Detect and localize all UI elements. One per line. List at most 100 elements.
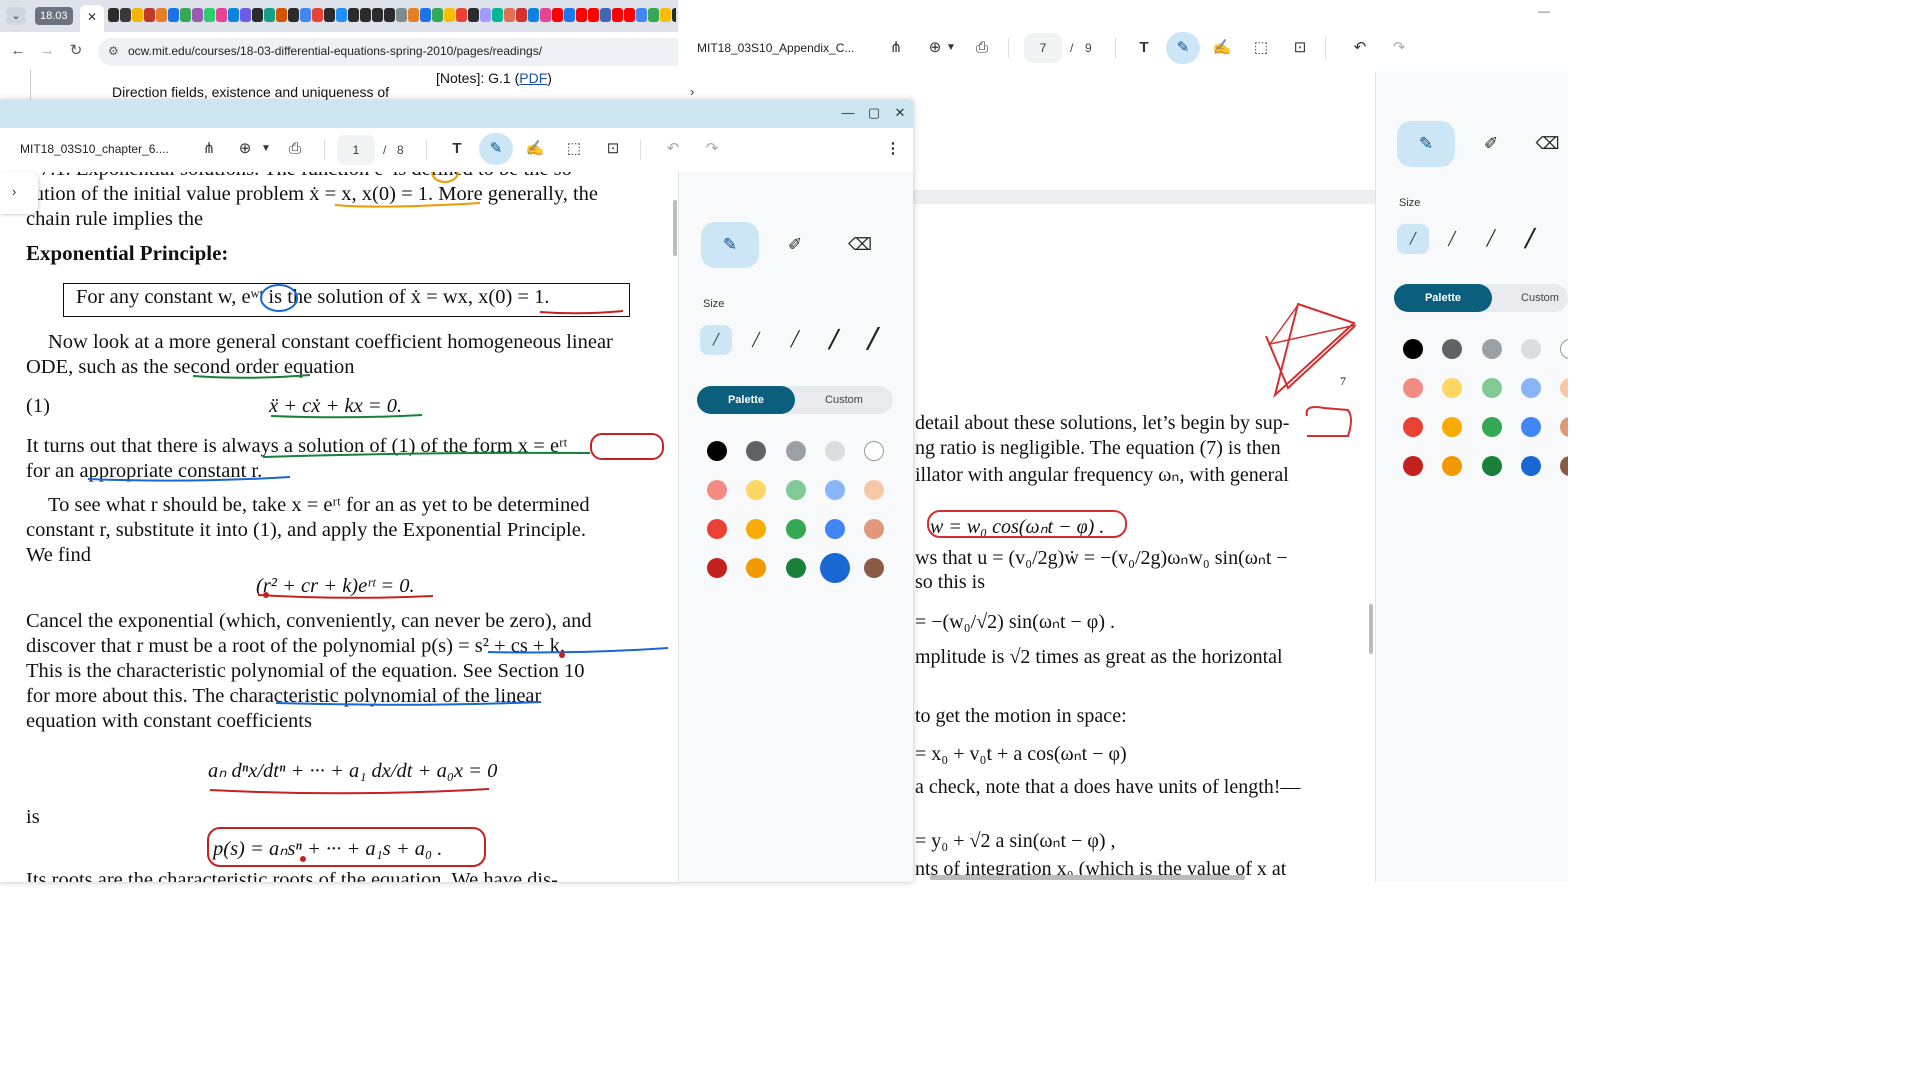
color-swatch[interactable]	[1560, 456, 1568, 476]
tab-favicon-icon[interactable]	[216, 8, 227, 22]
tab-favicon-icon[interactable]	[384, 8, 395, 22]
tab-favicon-icon[interactable]	[456, 8, 467, 22]
tab-favicon-icon[interactable]	[480, 8, 491, 22]
size-1-icon[interactable]: ╱	[1397, 224, 1429, 254]
color-swatch[interactable]	[819, 553, 850, 583]
color-swatch[interactable]	[785, 441, 806, 461]
address-url[interactable]: ocw.mit.edu/courses/18-03-differential-e…	[128, 44, 542, 58]
front-scrollbar[interactable]	[673, 200, 677, 256]
size-5-icon[interactable]: ╱	[857, 325, 889, 355]
right-scrollbar[interactable]	[1369, 604, 1373, 654]
tab-favicon-icon[interactable]	[600, 8, 611, 22]
color-swatch[interactable]	[864, 558, 885, 578]
forward-icon[interactable]: →	[37, 41, 57, 61]
minimize-icon[interactable]: —	[840, 105, 856, 120]
draw-tool-icon[interactable]: ✎	[479, 133, 513, 165]
tab-favicon-icon[interactable]	[156, 8, 167, 22]
color-swatch[interactable]	[746, 480, 767, 500]
tab-favicon-icon[interactable]	[348, 8, 359, 22]
more-options-icon[interactable]: ⋮	[876, 133, 910, 165]
color-swatch[interactable]	[864, 519, 885, 539]
tab-favicon-icon[interactable]	[360, 8, 371, 22]
color-swatch[interactable]	[1560, 339, 1568, 359]
color-swatch[interactable]	[864, 441, 885, 461]
color-swatch[interactable]	[746, 519, 767, 539]
maximize-icon[interactable]: ▢	[866, 105, 882, 121]
tab-favicon-icon[interactable]	[528, 8, 539, 22]
tab-favicon-icon[interactable]	[408, 8, 419, 22]
color-swatch[interactable]	[746, 441, 767, 461]
color-swatch[interactable]	[1481, 417, 1502, 437]
share-icon[interactable]: ⋔	[879, 32, 913, 64]
size-2-icon[interactable]: ╱	[740, 325, 772, 355]
color-swatch[interactable]	[1403, 378, 1423, 398]
tab-favicon-icon[interactable]	[324, 8, 335, 22]
color-swatch[interactable]	[1442, 378, 1463, 398]
redo-icon[interactable]: ↷	[695, 133, 729, 165]
tab-favicon-icon[interactable]	[192, 8, 203, 22]
sidebar-toggle-icon[interactable]: ›	[690, 84, 694, 99]
tab-favicon-icon[interactable]	[444, 8, 455, 22]
pen-tool-icon[interactable]: ✎	[1397, 121, 1455, 167]
share-icon[interactable]: ⋔	[192, 133, 226, 165]
color-swatch[interactable]	[824, 480, 845, 500]
color-swatch[interactable]	[1520, 339, 1541, 359]
color-swatch[interactable]	[746, 558, 767, 578]
color-swatch[interactable]	[1520, 417, 1541, 437]
page-number-input[interactable]: 1	[337, 135, 375, 165]
tab-favicon-icon[interactable]	[612, 8, 623, 22]
tab-favicon-icon[interactable]	[420, 8, 431, 22]
reload-icon[interactable]: ↻	[66, 41, 86, 61]
palette-tab[interactable]: Palette	[1394, 284, 1492, 312]
tab-favicon-icon[interactable]	[540, 8, 551, 22]
select-area-icon[interactable]: ⬚	[557, 133, 591, 165]
pdf-link[interactable]: PDF	[519, 70, 547, 86]
color-swatch[interactable]	[1560, 378, 1568, 398]
page-number-input[interactable]: 7	[1024, 33, 1062, 63]
tab-favicon-icon[interactable]	[252, 8, 263, 22]
signature-icon[interactable]: ✍	[518, 133, 552, 165]
close-icon[interactable]: ✕	[892, 105, 908, 121]
undo-icon[interactable]: ↶	[1343, 32, 1377, 64]
color-swatch[interactable]	[824, 519, 845, 539]
color-swatch[interactable]	[1403, 456, 1423, 476]
chevron-down-icon[interactable]: ▼	[941, 32, 961, 64]
tab-favicon-icon[interactable]	[120, 8, 131, 22]
size-4-icon[interactable]: ╱	[1514, 224, 1546, 254]
tab-favicon-icon[interactable]	[372, 8, 383, 22]
size-4-icon[interactable]: ╱	[818, 325, 850, 355]
color-swatch[interactable]	[1442, 456, 1463, 476]
tab-favicon-icon[interactable]	[132, 8, 143, 22]
pdf-page[interactable]: detail about these solutions, let’s begi…	[912, 204, 1374, 882]
redo-icon[interactable]: ↷	[1382, 32, 1416, 64]
tab-group-badge[interactable]: 18.03	[35, 7, 73, 25]
tab-favicon-icon[interactable]	[336, 8, 347, 22]
tab-favicons[interactable]	[108, 8, 676, 24]
color-swatch[interactable]	[785, 558, 806, 578]
tab-favicon-icon[interactable]	[660, 8, 671, 22]
undo-icon[interactable]: ↶	[656, 133, 690, 165]
color-swatch[interactable]	[707, 558, 727, 578]
tab-favicon-icon[interactable]	[504, 8, 515, 22]
tab-favicon-icon[interactable]	[396, 8, 407, 22]
text-tool-icon[interactable]: T	[1127, 32, 1161, 64]
custom-tab[interactable]: Custom	[1512, 284, 1568, 312]
active-tab-close-icon[interactable]: ✕	[80, 5, 104, 32]
tab-favicon-icon[interactable]	[648, 8, 659, 22]
pen-tool-icon[interactable]: ✎	[701, 222, 759, 268]
color-swatch[interactable]	[1442, 339, 1463, 359]
color-swatch[interactable]	[1481, 378, 1502, 398]
tab-favicon-icon[interactable]	[168, 8, 179, 22]
color-swatch[interactable]	[824, 441, 845, 461]
size-3-icon[interactable]: ╱	[1475, 224, 1507, 254]
tab-favicon-icon[interactable]	[312, 8, 323, 22]
color-swatch[interactable]	[785, 480, 806, 500]
tab-favicon-icon[interactable]	[204, 8, 215, 22]
palette-tab[interactable]: Palette	[697, 386, 795, 414]
size-1-icon[interactable]: ╱	[700, 325, 732, 355]
color-swatch[interactable]	[1481, 339, 1502, 359]
text-tool-icon[interactable]: T	[440, 133, 474, 165]
color-swatch[interactable]	[1520, 378, 1541, 398]
size-3-icon[interactable]: ╱	[779, 325, 811, 355]
sidebar-toggle-icon[interactable]: ›	[12, 184, 16, 199]
